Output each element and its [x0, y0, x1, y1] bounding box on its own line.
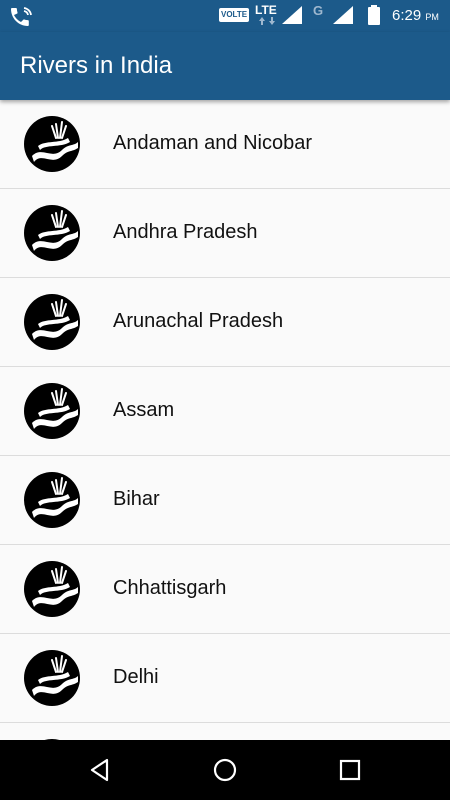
signal-icon: [282, 6, 302, 24]
status-bar: VOLTE LTE G 6:29 PM: [0, 0, 450, 32]
list-item-label: Andaman and Nicobar: [113, 132, 313, 154]
list-item-label: Chhattisgarh: [113, 577, 227, 599]
app-bar: Rivers in India: [0, 32, 450, 100]
states-list[interactable]: Andaman and Nicobar Andhra Pradesh Aruna…: [0, 100, 450, 740]
recent-apps-icon[interactable]: [336, 756, 364, 784]
river-icon: [24, 383, 80, 439]
list-item[interactable]: [0, 723, 450, 740]
clock-ampm: PM: [425, 12, 439, 22]
list-item[interactable]: Bihar: [0, 456, 450, 545]
list-item[interactable]: Arunachal Pradesh: [0, 278, 450, 367]
home-icon[interactable]: [211, 756, 239, 784]
list-item-label: Delhi: [113, 666, 159, 688]
river-icon: [24, 116, 80, 172]
data-arrows-icon: [259, 17, 275, 25]
network-g-label: G: [313, 3, 324, 18]
list-item-label: Arunachal Pradesh: [113, 310, 284, 332]
screen: VOLTE LTE G 6:29 PM Rivers in India Anda…: [0, 0, 450, 800]
volte-badge: VOLTE: [219, 8, 250, 22]
river-icon: [24, 561, 80, 617]
list-item[interactable]: Andhra Pradesh: [0, 189, 450, 278]
river-icon: [24, 650, 80, 706]
lte-label: LTE: [255, 3, 277, 17]
phone-wifi-icon: [11, 7, 32, 26]
signal-icon-secondary: [333, 6, 353, 24]
clock: 6:29 PM: [392, 7, 439, 24]
battery-icon: [368, 5, 380, 25]
list-item[interactable]: Chhattisgarh: [0, 545, 450, 634]
list-item[interactable]: Assam: [0, 367, 450, 456]
list-item-label: Assam: [113, 399, 175, 421]
back-icon[interactable]: [86, 756, 114, 784]
list-item-label: Bihar: [113, 488, 160, 510]
river-icon: [24, 294, 80, 350]
list-item[interactable]: Andaman and Nicobar: [0, 100, 450, 189]
river-icon: [24, 472, 80, 528]
clock-time: 6:29: [392, 7, 422, 24]
page-title: Rivers in India: [20, 52, 173, 79]
list-item-label: Andhra Pradesh: [113, 221, 258, 243]
list-item[interactable]: Delhi: [0, 634, 450, 723]
navigation-bar: [0, 740, 450, 800]
river-icon: [24, 205, 80, 261]
